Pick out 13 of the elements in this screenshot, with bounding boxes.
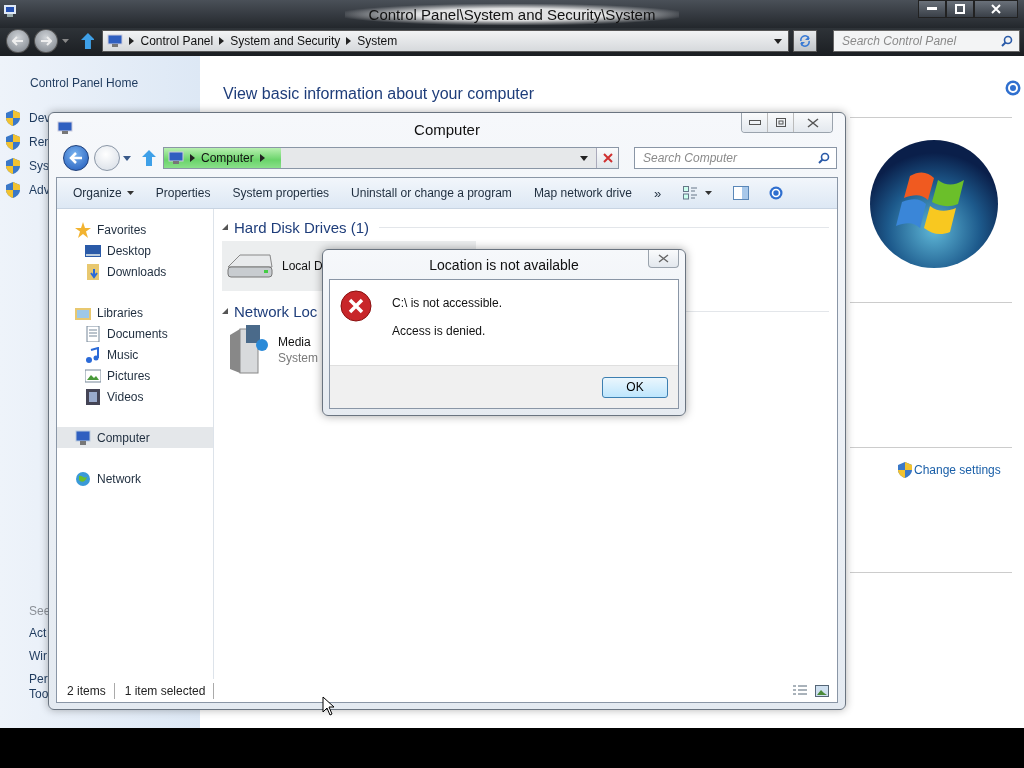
dialog-title: Location is not available [429,256,579,273]
item-name: Media [278,335,312,349]
item-detail: System [278,351,318,365]
window-title: Control Panel\System and Security\System [344,3,680,25]
status-text: 2 items [67,684,106,698]
message-text: C:\ is not accessible. [392,296,503,310]
window-title: Computer [414,121,480,138]
message-text: Access is denied. [392,324,487,338]
group-heading: Network Loc [234,302,318,320]
page-heading: View basic information about your computer [223,85,534,103]
status-text: 1 item selected [124,684,206,698]
item-name: Local D [282,259,323,273]
group-heading: Hard Disk Drives (1) [234,218,369,236]
